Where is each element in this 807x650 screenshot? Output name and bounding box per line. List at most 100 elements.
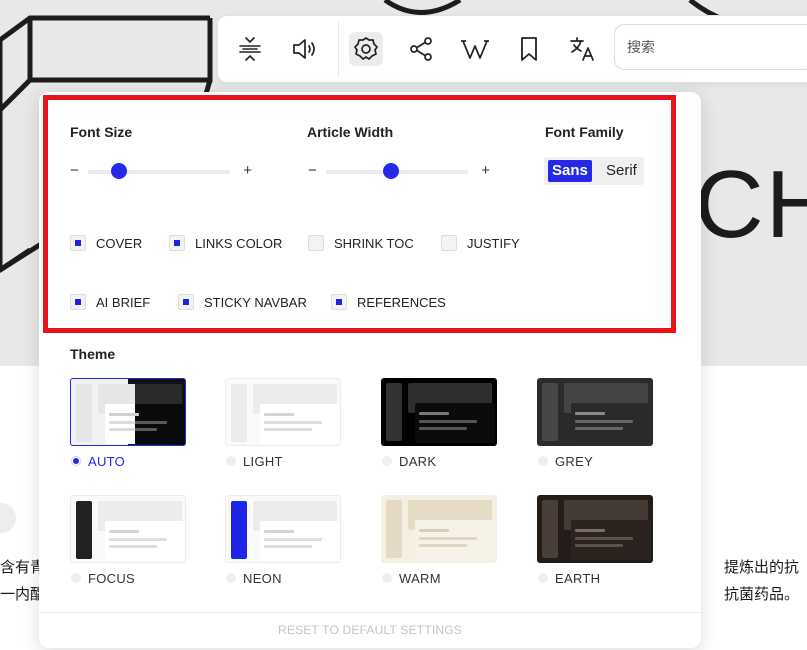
justify-checkbox[interactable]: JUSTIFY	[441, 234, 520, 252]
font-size-decrease-button[interactable]: −	[70, 162, 79, 179]
theme-preview-doc	[571, 520, 651, 560]
theme-name: NEON	[243, 570, 282, 586]
radio-button[interactable]	[382, 573, 392, 583]
theme-card-dark[interactable]	[381, 378, 497, 446]
read-aloud-button[interactable]	[288, 32, 322, 66]
font-family-label: Font Family	[545, 124, 624, 140]
theme-option-grey[interactable]: GREY	[538, 453, 593, 469]
font-size-increase-button[interactable]: +	[243, 162, 252, 179]
search-input[interactable]	[614, 24, 807, 70]
settings-panel: Font Size − + Article Width − + Font Fam…	[39, 92, 701, 648]
radio-button[interactable]	[71, 573, 81, 583]
slider-track[interactable]	[88, 170, 230, 174]
checkbox-label: JUSTIFY	[467, 235, 520, 251]
translate-button[interactable]	[565, 32, 599, 66]
theme-preview-line	[419, 529, 449, 532]
links-color-checkbox[interactable]: LINKS COLOR	[169, 234, 282, 252]
article-width-label: Article Width	[307, 124, 394, 140]
references-checkbox[interactable]: REFERENCES	[331, 293, 446, 311]
theme-preview-doc	[105, 521, 185, 561]
theme-card-warm[interactable]	[381, 495, 497, 563]
radio-button[interactable]	[226, 573, 236, 583]
checkbox-box[interactable]	[70, 294, 86, 310]
bookmark-button[interactable]	[512, 32, 546, 66]
theme-name: GREY	[555, 453, 594, 469]
theme-preview-line	[419, 544, 467, 547]
theme-preview-line	[264, 421, 322, 424]
shrink-toc-checkbox[interactable]: SHRINK TOC	[308, 234, 414, 252]
theme-preview-sidebar	[386, 383, 402, 441]
theme-preview-sidebar	[76, 501, 92, 559]
theme-option-earth[interactable]: EARTH	[538, 570, 600, 586]
theme-card-auto[interactable]	[70, 378, 186, 446]
slider-thumb[interactable]	[383, 163, 400, 179]
theme-option-dark[interactable]: DARK	[382, 453, 436, 469]
theme-name: DARK	[399, 453, 437, 469]
theme-preview-sidebar	[542, 383, 558, 441]
checkbox-box[interactable]	[331, 294, 347, 310]
theme-preview-line	[264, 428, 312, 431]
toc-button[interactable]	[233, 32, 267, 66]
theme-label: Theme	[70, 346, 116, 362]
reader-toolbar	[217, 15, 807, 83]
sticky-navbar-checkbox[interactable]: STICKY NAVBAR	[178, 293, 307, 311]
cover-checkbox[interactable]: COVER	[70, 234, 142, 252]
theme-preview-line	[109, 530, 139, 533]
theme-preview-sidebar	[386, 500, 402, 558]
radio-button[interactable]	[226, 456, 236, 466]
radio-button[interactable]	[71, 456, 81, 466]
article-width-increase-button[interactable]: +	[481, 162, 490, 179]
theme-preview-doc	[260, 521, 340, 561]
checkbox-box[interactable]	[308, 235, 324, 251]
reset-divider	[39, 612, 701, 613]
settings-button[interactable]	[349, 32, 383, 66]
checkbox-box[interactable]	[441, 235, 457, 251]
theme-preview-doc	[260, 404, 340, 444]
font-size-slider[interactable]: − +	[70, 162, 252, 180]
checkbox-label: STICKY NAVBAR	[204, 294, 307, 310]
bookmark-icon	[521, 37, 537, 61]
theme-preview-line	[109, 428, 157, 431]
theme-card-focus[interactable]	[70, 495, 186, 563]
theme-card-light[interactable]	[225, 378, 341, 446]
ai-brief-checkbox[interactable]: AI BRIEF	[70, 293, 150, 311]
toc-icon	[239, 37, 261, 61]
theme-preview-doc	[105, 404, 185, 444]
font-option-serif[interactable]: Serif	[602, 160, 641, 182]
article-text-fragment: 提炼出的抗	[723, 559, 799, 576]
theme-option-auto[interactable]: AUTO	[71, 453, 125, 469]
theme-option-warm[interactable]: WARM	[382, 570, 441, 586]
reset-settings-button[interactable]: RESET TO DEFAULT SETTINGS	[39, 623, 701, 637]
article-text-fragment: 抗菌药品。	[723, 586, 799, 603]
radio-button[interactable]	[382, 456, 392, 466]
wikipedia-button[interactable]	[458, 32, 492, 66]
translate-icon	[570, 37, 594, 61]
checkbox-box[interactable]	[178, 294, 194, 310]
theme-option-neon[interactable]: NEON	[226, 570, 282, 586]
checkbox-label: AI BRIEF	[96, 294, 151, 310]
theme-option-focus[interactable]: FOCUS	[71, 570, 135, 586]
theme-preview-line	[419, 537, 477, 540]
theme-preview-doc	[571, 403, 651, 443]
theme-preview-sidebar	[231, 384, 247, 442]
share-button[interactable]	[404, 32, 438, 66]
theme-preview-line	[419, 420, 477, 423]
article-width-decrease-button[interactable]: −	[308, 162, 317, 179]
theme-card-neon[interactable]	[225, 495, 341, 563]
theme-card-grey[interactable]	[537, 378, 653, 446]
checkbox-box[interactable]	[169, 235, 185, 251]
checkbox-box[interactable]	[70, 235, 86, 251]
slider-thumb[interactable]	[111, 163, 128, 179]
radio-button[interactable]	[538, 456, 548, 466]
checkbox-label: SHRINK TOC	[334, 235, 414, 251]
theme-preview-line	[419, 427, 467, 430]
theme-preview-line	[575, 544, 623, 547]
theme-preview-sidebar	[542, 500, 558, 558]
radio-button[interactable]	[538, 573, 548, 583]
font-option-sans[interactable]: Sans	[548, 160, 592, 182]
theme-card-earth[interactable]	[537, 495, 653, 563]
cover-letters: CH	[694, 151, 807, 258]
theme-option-light[interactable]: LIGHT	[226, 453, 283, 469]
theme-name: FOCUS	[88, 570, 135, 586]
article-width-slider[interactable]: − +	[308, 162, 490, 180]
